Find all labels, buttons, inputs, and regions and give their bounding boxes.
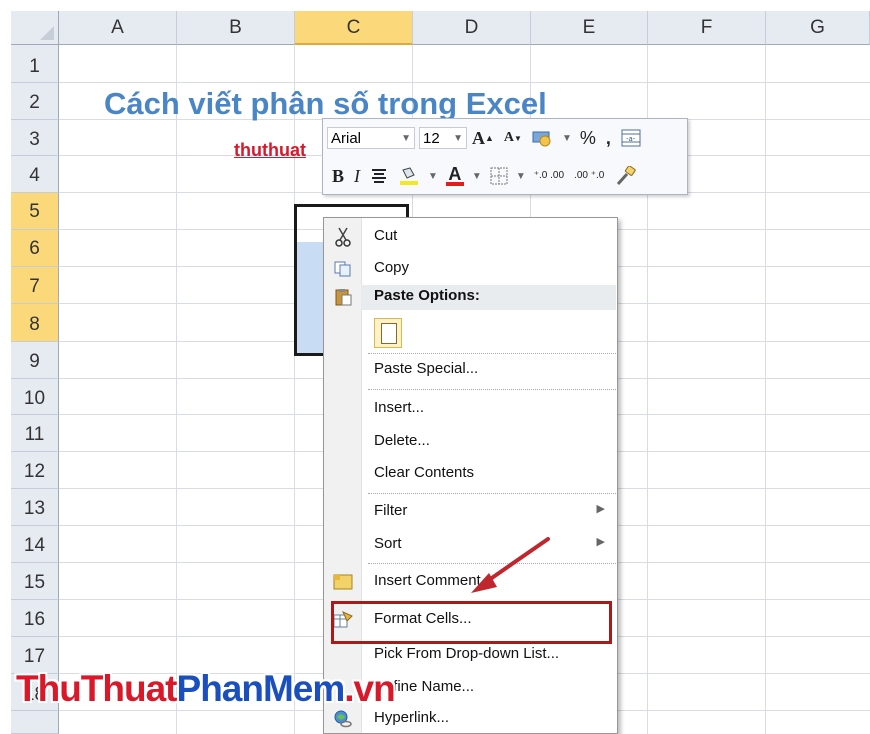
menu-item-pick-from-list[interactable]: Pick From Drop-down List... — [324, 640, 617, 670]
font-size-dropdown-icon: ▼ — [453, 133, 463, 144]
menu-item-label: Cut — [374, 227, 398, 244]
menu-item-label: Insert Comment — [374, 572, 481, 589]
menu-item-label: Filter — [374, 502, 408, 519]
comment-icon — [332, 571, 354, 593]
row-header[interactable]: 8 — [11, 304, 59, 342]
row-header[interactable]: 5 — [11, 193, 59, 230]
menu-item-paste-special[interactable]: Paste Special... — [324, 355, 617, 385]
fill-color-icon[interactable] — [398, 166, 420, 186]
shrink-font-button[interactable]: A ▼ — [504, 130, 522, 146]
watermark-logo: ThuThuatPhanMem.vn — [16, 668, 396, 710]
menu-item-clear-contents[interactable]: Clear Contents — [324, 459, 617, 489]
font-size-box[interactable]: 12 ▼ — [419, 127, 467, 149]
mini-toolbar: Arial ▼ 12 ▼ A ▲ A ▼ ▼ % , -a- B I ▼ A ▼… — [322, 118, 688, 195]
clipboard-icon — [332, 286, 354, 308]
menu-item-label: Copy — [374, 259, 410, 276]
row-header[interactable]: 15 — [11, 563, 59, 600]
menu-item-label: Pick From Drop-down List... — [374, 645, 560, 662]
row-header[interactable]: 4 — [11, 156, 59, 193]
menu-item-insert[interactable]: Insert... — [324, 394, 617, 424]
menu-item-label: Hyperlink... — [374, 709, 450, 726]
menu-item-cut[interactable]: Cut — [324, 222, 617, 252]
font-name-box[interactable]: Arial ▼ — [327, 127, 415, 149]
increase-decimal-button[interactable]: ⁺.0 .00 — [534, 171, 564, 181]
menu-item-insert-comment[interactable]: Insert Comment — [324, 567, 617, 597]
borders-dropdown-icon[interactable]: ▼ — [516, 171, 526, 182]
row-header[interactable]: 2 — [11, 83, 59, 120]
column-header-g[interactable]: G — [766, 11, 870, 45]
copy-icon — [332, 258, 354, 280]
paste-option-icon[interactable] — [374, 318, 402, 348]
sheet-subtitle-link[interactable]: thuthuat — [234, 140, 306, 161]
watermark-part-3: .vn — [344, 668, 395, 709]
accounting-format-icon[interactable] — [532, 129, 554, 147]
menu-item-label: Sort — [374, 535, 402, 552]
font-color-button[interactable]: A — [445, 164, 464, 186]
menu-item-label: Insert... — [374, 399, 425, 416]
grow-font-label: A — [472, 127, 485, 148]
percent-style-button[interactable]: % — [580, 128, 596, 149]
accounting-dropdown-icon[interactable]: ▼ — [562, 133, 572, 144]
row-header[interactable]: 16 — [11, 600, 59, 637]
row-header[interactable]: 11 — [11, 415, 59, 452]
context-menu: Cut Copy Paste Options: Paste Special...… — [323, 217, 618, 734]
font-color-dropdown-icon[interactable]: ▼ — [472, 171, 482, 182]
svg-text:-a-: -a- — [626, 135, 636, 143]
font-color-label: A — [448, 164, 462, 184]
select-all-corner[interactable] — [11, 11, 59, 45]
menu-item-delete[interactable]: Delete... — [324, 427, 617, 457]
submenu-arrow-icon: ▶ — [596, 536, 605, 548]
menu-item-copy[interactable]: Copy — [324, 254, 617, 284]
fill-color-dropdown-icon[interactable]: ▼ — [428, 171, 438, 182]
row-header[interactable]: 1 — [11, 45, 59, 83]
menu-item-sort[interactable]: Sort ▶ — [324, 530, 617, 560]
column-header-b[interactable]: B — [177, 11, 295, 45]
row-header[interactable]: 9 — [11, 342, 59, 379]
shrink-font-label: A — [503, 130, 515, 145]
column-header-d[interactable]: D — [413, 11, 531, 45]
font-color-swatch — [445, 182, 464, 186]
menu-item-label: Paste Options: — [374, 287, 480, 304]
hyperlink-icon — [332, 708, 354, 730]
menu-item-label: Clear Contents — [374, 464, 475, 481]
font-name-dropdown-icon: ▼ — [401, 133, 411, 144]
merge-center-icon[interactable]: -a- — [621, 129, 641, 147]
paste-options-header: Paste Options: — [324, 282, 617, 312]
submenu-arrow-icon: ▶ — [596, 503, 605, 515]
row-header[interactable]: 12 — [11, 452, 59, 489]
column-header-f[interactable]: F — [648, 11, 766, 45]
menu-item-label: Paste Special... — [374, 360, 479, 377]
column-header-c[interactable]: C — [295, 11, 413, 45]
watermark-part-1: ThuThuat — [16, 668, 178, 709]
format-painter-icon[interactable] — [614, 166, 637, 186]
format-cells-highlight — [331, 601, 612, 644]
borders-icon[interactable] — [490, 167, 508, 185]
menu-item-label: Delete... — [374, 432, 430, 449]
sheet-title-cell[interactable]: Cách viết phân số trong Excel — [104, 86, 547, 122]
row-header[interactable]: 14 — [11, 526, 59, 563]
center-align-icon[interactable] — [370, 168, 388, 184]
bold-button[interactable]: B — [332, 166, 344, 187]
row-header[interactable]: 3 — [11, 120, 59, 156]
watermark-part-2: PhanMem — [176, 668, 346, 709]
grow-font-button[interactable]: A ▲ — [472, 128, 494, 149]
row-header[interactable]: 13 — [11, 489, 59, 526]
scissors-icon — [332, 226, 354, 248]
comma-style-button[interactable]: , — [606, 128, 611, 149]
menu-item-filter[interactable]: Filter ▶ — [324, 497, 617, 527]
column-header-e[interactable]: E — [531, 11, 648, 45]
font-size-value: 12 — [423, 130, 440, 147]
decrease-decimal-button[interactable]: .00 ⁺.0 — [574, 171, 604, 181]
row-header[interactable]: 10 — [11, 379, 59, 415]
row-header[interactable] — [11, 711, 59, 734]
row-header[interactable]: 7 — [11, 267, 59, 304]
font-name-value: Arial — [331, 130, 362, 147]
column-header-a[interactable]: A — [59, 11, 177, 45]
row-header[interactable]: 6 — [11, 230, 59, 267]
italic-button[interactable]: I — [354, 166, 360, 187]
